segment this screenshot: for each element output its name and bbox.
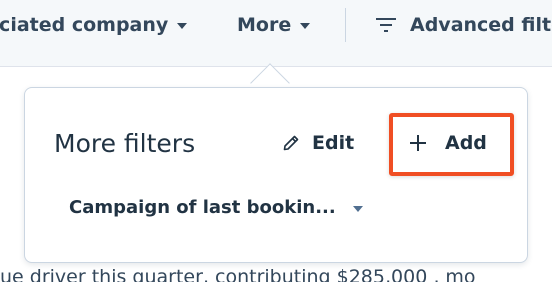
divider xyxy=(345,8,346,42)
associated-company-label: ociated company xyxy=(0,14,169,36)
chevron-down-icon xyxy=(352,205,363,212)
pencil-icon xyxy=(283,135,299,151)
edit-button[interactable]: Edit xyxy=(282,132,354,154)
chevron-down-icon xyxy=(300,23,311,29)
filter-icon xyxy=(376,18,396,32)
background-body-text: ue driver this quarter, contributing $28… xyxy=(0,266,476,282)
advanced-filters-label: Advanced filte xyxy=(410,14,552,36)
more-filters-popover: More filters Edit Add Campaign of last b… xyxy=(24,87,528,263)
campaign-filter-value: Campaign of last bookin... xyxy=(69,197,336,218)
more-label: More xyxy=(237,14,292,36)
more-filters-dropdown[interactable]: More xyxy=(237,0,311,50)
plus-icon xyxy=(410,135,426,151)
advanced-filters-button[interactable]: Advanced filte xyxy=(375,0,552,50)
popover-title: More filters xyxy=(54,129,196,158)
chevron-down-icon xyxy=(177,23,188,29)
add-button[interactable]: Add xyxy=(409,132,487,154)
add-label: Add xyxy=(445,132,487,154)
edit-label: Edit xyxy=(312,132,355,154)
filter-bar: ociated company More Advanced filte xyxy=(0,0,552,67)
campaign-filter-select[interactable]: Campaign of last bookin... xyxy=(69,197,363,218)
screen: ue driver this quarter, contributing $28… xyxy=(0,0,552,282)
associated-company-filter[interactable]: ociated company xyxy=(0,0,188,50)
